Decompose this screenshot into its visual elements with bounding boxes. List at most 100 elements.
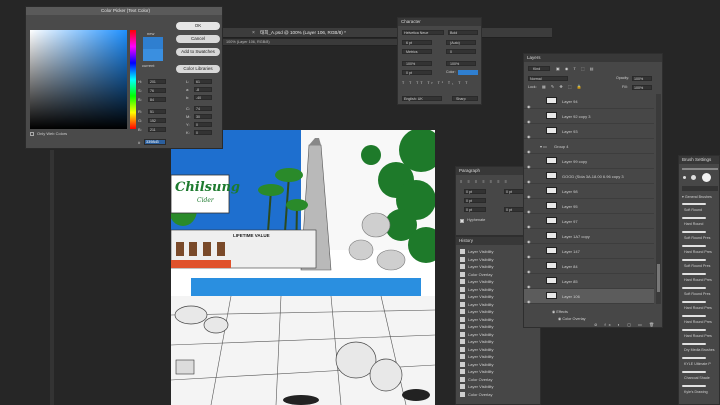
b-field[interactable]: 84 xyxy=(148,97,166,102)
layer-row[interactable]: ◉ Layer 84 xyxy=(524,259,654,274)
r-field[interactable]: 51 xyxy=(148,109,166,114)
brush-preset[interactable]: Kyle's Drawing xyxy=(682,384,716,394)
hex-field[interactable]: 3398d3 xyxy=(144,139,166,145)
canvas-artwork[interactable]: Chilsung Cider LIFETIME VALUE xyxy=(171,130,435,405)
history-item[interactable]: Layer Visibility xyxy=(460,383,536,390)
layer-row[interactable]: ◉ GOOD (Sida 3A.18.00 6.96 copy 3 xyxy=(524,169,654,184)
brushes-panel[interactable]: Brush Settings ▾ General Brushes Soft Ro… xyxy=(678,155,720,405)
brush-preset[interactable]: Hard Round Pres xyxy=(682,244,716,254)
layer-row[interactable]: ◉ Layer 94 xyxy=(524,94,654,109)
h-field[interactable]: 201 xyxy=(148,79,166,84)
baseline-shift-field[interactable]: 0 pt xyxy=(402,70,432,75)
layer-kind-filter[interactable]: Kind xyxy=(528,66,550,71)
layer-row[interactable]: ◉ Layer 97 xyxy=(524,214,654,229)
layer-row[interactable]: ◉ Layer 1A7 copy xyxy=(524,229,654,244)
layer-row[interactable]: ◉ Layer 99 copy xyxy=(524,154,654,169)
ok-button[interactable]: OK xyxy=(176,22,220,30)
brush-preset[interactable]: Hard Round Pres xyxy=(682,272,716,282)
layers-scrollbar-thumb[interactable] xyxy=(657,264,660,292)
layer-effects-row[interactable]: ◉ Effects xyxy=(552,309,568,314)
layer-row[interactable]: ◉ Layer 147 xyxy=(524,244,654,259)
history-item[interactable]: Color Overlay xyxy=(460,391,536,398)
hue-slider[interactable] xyxy=(130,30,136,129)
brush-preset[interactable]: Soft Round xyxy=(682,202,716,212)
brush-preview-medium[interactable] xyxy=(691,175,696,180)
font-size-field[interactable]: 6 pt xyxy=(402,40,432,45)
layer-row[interactable]: ◉ Layer 106 xyxy=(524,289,654,304)
blend-mode-select[interactable]: Normal xyxy=(528,76,568,81)
layer-row[interactable]: ◉ Layer 85 xyxy=(524,274,654,289)
type-style-buttons[interactable]: T T TT Tr T¹ T₁ T T xyxy=(402,81,478,86)
brush-preset[interactable]: Soft Round Pres xyxy=(682,258,716,268)
brush-preset[interactable]: Hard Round xyxy=(682,216,716,226)
brush-preset[interactable]: Soft Round Pres xyxy=(682,230,716,240)
brush-preview-small[interactable] xyxy=(683,176,686,179)
add-to-swatches-button[interactable]: Add to Swatches xyxy=(176,48,220,56)
web-colors-checkbox[interactable] xyxy=(30,132,34,136)
brush-preset[interactable]: Hard Round Pres xyxy=(682,314,716,324)
layers-scrollbar[interactable] xyxy=(656,94,661,304)
general-brushes-folder[interactable]: ▾ General Brushes xyxy=(682,195,712,199)
brush-preview-large[interactable] xyxy=(702,173,711,182)
y-field[interactable]: 0 xyxy=(194,122,212,127)
vertical-scale-field[interactable]: 100% xyxy=(402,61,432,66)
space-before-field[interactable]: 0 pt xyxy=(464,207,486,212)
layer-row[interactable]: ◉ Layer 98 xyxy=(524,184,654,199)
k-field[interactable]: 0 xyxy=(194,130,212,135)
s-field[interactable]: 76 xyxy=(148,88,166,93)
color-picker-dialog[interactable]: Color Picker (Text Color) new current OK… xyxy=(25,6,223,149)
antialias-select[interactable]: Sharp xyxy=(452,96,478,101)
brush-size-slider[interactable] xyxy=(682,168,718,170)
g-field[interactable]: 152 xyxy=(148,118,166,123)
layers-panel[interactable]: Layers Kind ▣ ◉ T ⬚ ▤ Normal Opacity: 10… xyxy=(523,53,663,328)
m-field[interactable]: 30 xyxy=(194,114,212,119)
current-color-swatch[interactable] xyxy=(143,49,163,61)
history-item[interactable]: Layer Visibility xyxy=(460,331,536,338)
l-field[interactable]: 61 xyxy=(194,79,212,84)
brush-preset[interactable]: KYLE Ultimate P xyxy=(682,356,716,366)
hyphenate-checkbox[interactable] xyxy=(460,219,464,223)
color-overlay-row[interactable]: ◉ Color Overlay xyxy=(558,316,586,321)
brush-preset[interactable]: Hard Round Pres xyxy=(682,300,716,310)
character-panel[interactable]: Character Helvetica Neue Bold 6 pt (Auto… xyxy=(397,17,482,105)
brush-preset[interactable]: Charcoal Shade xyxy=(682,370,716,380)
brush-presets-row[interactable] xyxy=(682,173,718,183)
color-field[interactable] xyxy=(30,30,127,129)
document-tab[interactable]: 태희_A.psd @ 100% (Layer 106, RGB/8) * xyxy=(260,30,346,36)
folder-icon[interactable]: ▾ ▭ xyxy=(540,139,547,154)
close-tab-icon[interactable]: × xyxy=(252,30,255,36)
blue-field[interactable]: 211 xyxy=(148,127,166,132)
history-item[interactable]: Layer Visibility xyxy=(460,368,536,375)
history-item[interactable]: Layer Visibility xyxy=(460,338,536,345)
cancel-button[interactable]: Cancel xyxy=(176,35,220,43)
layer-row[interactable]: ◉ Layer 92 copy 3 xyxy=(524,109,654,124)
leading-field[interactable]: (Auto) xyxy=(446,40,476,45)
history-item[interactable]: Layer Visibility xyxy=(460,361,536,368)
lab-b-field[interactable]: -40 xyxy=(194,95,212,100)
brush-preset[interactable]: Soft Round Pres xyxy=(682,286,716,296)
tracking-field[interactable]: Metrics xyxy=(402,49,432,54)
a-field[interactable]: -8 xyxy=(194,87,212,92)
fill-field[interactable]: 100% xyxy=(632,85,652,90)
filter-icons[interactable]: ▣ ◉ T ⬚ ▤ xyxy=(556,66,596,71)
layer-group[interactable]: ◉ ▾ ▭ Group 4 xyxy=(524,139,654,154)
layer-row[interactable]: ◉ Layer 95 xyxy=(524,199,654,214)
text-color-swatch[interactable] xyxy=(458,70,478,75)
layers-footer-icons[interactable]: ⊘ fx ◐ ▢ ▭ 🗑 xyxy=(594,322,657,327)
lock-icons[interactable]: ▦ ✎ ✥ ⬚ 🔒 xyxy=(542,84,584,89)
brush-preset[interactable]: Dry Media Brushes xyxy=(682,342,716,352)
visibility-eye-icon[interactable]: ◉ xyxy=(527,294,531,309)
opacity-field[interactable]: 100% xyxy=(632,76,652,81)
font-family-select[interactable]: Helvetica Neue xyxy=(402,30,444,35)
indent-left-field[interactable]: 0 pt xyxy=(464,189,486,194)
font-style-select[interactable]: Bold xyxy=(448,30,478,35)
c-field[interactable]: 74 xyxy=(194,106,212,111)
alignment-buttons[interactable]: ≡ ≡ ≡ ≡ ≡ ≡ ≡ xyxy=(460,179,509,184)
history-item[interactable]: Layer Visibility xyxy=(460,346,536,353)
brush-preset[interactable]: Hard Round Pres xyxy=(682,328,716,338)
history-item[interactable]: Layer Visibility xyxy=(460,353,536,360)
language-select[interactable]: English: UK xyxy=(402,96,442,101)
color-libraries-button[interactable]: Color Libraries xyxy=(176,65,220,73)
layer-row[interactable]: ◉ Layer 93 xyxy=(524,124,654,139)
history-item[interactable]: Color Overlay xyxy=(460,376,536,383)
